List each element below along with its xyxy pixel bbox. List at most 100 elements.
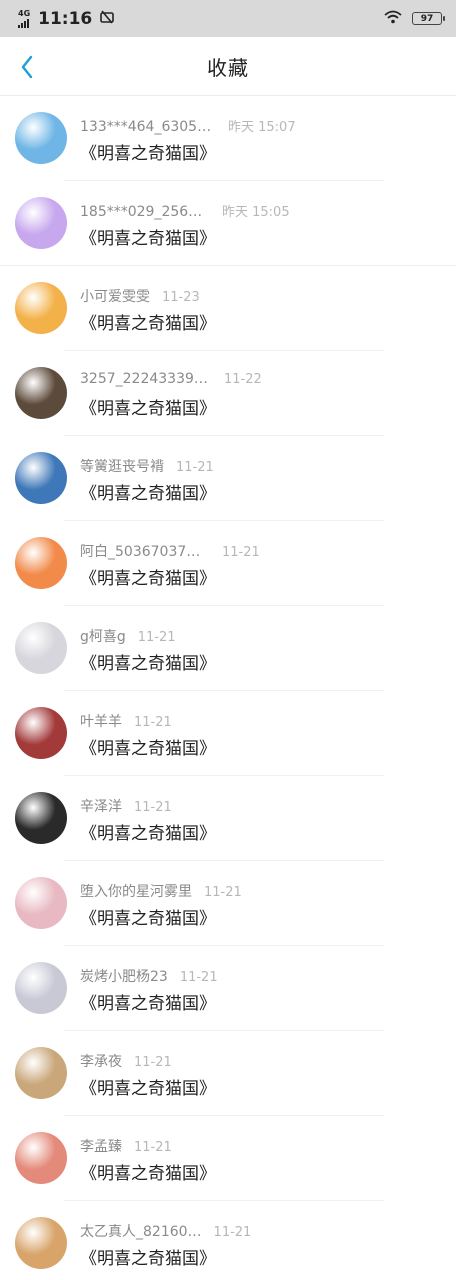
network-indicator: 4G xyxy=(18,8,31,28)
row-meta: 133***464_6305… 昨天 15:07 xyxy=(80,116,296,135)
row-meta: 李孟臻 11-21 xyxy=(80,1136,172,1156)
avatar[interactable] xyxy=(15,1047,67,1099)
user-name: 堕入你的星河雾里 xyxy=(80,884,192,900)
user-name: 3257_22243339… xyxy=(80,371,208,387)
work-title[interactable]: 《明喜之奇猫国》 xyxy=(80,819,216,844)
row-meta: g柯喜g 11-21 xyxy=(80,626,176,646)
favorite-row[interactable]: 185***029_256… 昨天 15:05 《明喜之奇猫国》 xyxy=(0,181,456,266)
row-meta: 太乙真人_82160… 11-21 xyxy=(80,1221,251,1241)
back-button[interactable] xyxy=(10,49,44,85)
status-bar: 4G 11:16 97 xyxy=(0,0,456,37)
avatar[interactable] xyxy=(15,197,67,249)
row-meta: 李承夜 11-21 xyxy=(80,1051,172,1071)
favorite-row[interactable]: 133***464_6305… 昨天 15:07 《明喜之奇猫国》 xyxy=(0,96,456,181)
work-title[interactable]: 《明喜之奇猫国》 xyxy=(80,1244,216,1269)
work-title[interactable]: 《明喜之奇猫国》 xyxy=(80,394,216,419)
user-name: 小可爱雯雯 xyxy=(80,289,150,305)
work-title[interactable]: 《明喜之奇猫国》 xyxy=(80,904,216,929)
work-title[interactable]: 《明喜之奇猫国》 xyxy=(80,1159,216,1184)
avatar[interactable] xyxy=(15,452,67,504)
avatar[interactable] xyxy=(15,367,67,419)
timestamp: 11-21 xyxy=(222,545,260,560)
row-meta: 堕入你的星河雾里 11-21 xyxy=(80,881,242,901)
timestamp: 11-21 xyxy=(176,460,214,475)
work-title[interactable]: 《明喜之奇猫国》 xyxy=(80,649,216,674)
row-meta: 炭烤小肥杨23 11-21 xyxy=(80,966,218,986)
avatar[interactable] xyxy=(15,707,67,759)
avatar[interactable] xyxy=(15,282,67,334)
work-title[interactable]: 《明喜之奇猫国》 xyxy=(80,1074,216,1099)
row-meta: 叶羊羊 11-21 xyxy=(80,711,172,731)
favorite-row[interactable]: 小可爱雯雯 11-23 《明喜之奇猫国》 xyxy=(0,266,456,351)
timestamp: 11-21 xyxy=(204,885,242,900)
timestamp: 11-21 xyxy=(134,800,172,815)
row-meta: 辛泽洋 11-21 xyxy=(80,796,172,816)
work-title[interactable]: 《明喜之奇猫国》 xyxy=(80,989,216,1014)
user-name: 阿白_50367037… xyxy=(80,544,201,560)
favorite-row[interactable]: 阿白_50367037… 11-21 《明喜之奇猫国》 xyxy=(0,521,456,606)
chevron-left-icon xyxy=(21,55,33,79)
row-meta: 185***029_256… 昨天 15:05 xyxy=(80,201,290,220)
user-name: 185***029_256… xyxy=(80,204,203,220)
user-name: 李孟臻 xyxy=(80,1139,122,1155)
work-title[interactable]: 《明喜之奇猫国》 xyxy=(80,564,216,589)
timestamp: 11-21 xyxy=(137,630,176,645)
status-time: 11:16 xyxy=(38,8,93,29)
work-title[interactable]: 《明喜之奇猫国》 xyxy=(80,139,216,164)
favorites-list: 133***464_6305… 昨天 15:07 《明喜之奇猫国》 185***029… xyxy=(0,96,456,1280)
favorite-row[interactable]: 3257_22243339… 11-22 《明喜之奇猫国》 xyxy=(0,351,456,436)
timestamp: 11-22 xyxy=(224,372,262,387)
favorite-row[interactable]: g柯喜g 11-21 《明喜之奇猫国》 xyxy=(0,606,456,691)
avatar[interactable] xyxy=(15,962,67,1014)
user-name: 辛泽洋 xyxy=(80,799,122,815)
user-name: 等黉逛丧号褙 xyxy=(80,459,164,475)
row-meta: 3257_22243339… 11-22 xyxy=(80,371,262,387)
timestamp: 昨天 15:07 xyxy=(228,120,296,135)
favorite-row[interactable]: 叶羊羊 11-21 《明喜之奇猫国》 xyxy=(0,691,456,776)
favorite-row[interactable]: 等黉逛丧号褙 11-21 《明喜之奇猫国》 xyxy=(0,436,456,521)
avatar[interactable] xyxy=(15,112,67,164)
timestamp: 11-21 xyxy=(134,1140,172,1155)
wifi-icon xyxy=(384,9,402,28)
user-name: 133***464_6305… xyxy=(80,119,212,135)
avatar[interactable] xyxy=(15,622,67,674)
avatar[interactable] xyxy=(15,1217,67,1269)
timestamp: 11-21 xyxy=(179,970,218,985)
user-name: 太乙真人_82160… xyxy=(80,1224,202,1240)
page-title: 收藏 xyxy=(207,55,249,80)
signal-icon xyxy=(18,18,29,28)
battery-level: 97 xyxy=(420,13,434,24)
timestamp: 11-23 xyxy=(162,290,200,305)
header: 收藏 xyxy=(0,37,456,96)
work-title[interactable]: 《明喜之奇猫国》 xyxy=(80,309,216,334)
favorite-row[interactable]: 太乙真人_82160… 11-21 《明喜之奇猫国》 xyxy=(0,1201,456,1280)
row-meta: 小可爱雯雯 11-23 xyxy=(80,286,200,306)
work-title[interactable]: 《明喜之奇猫国》 xyxy=(80,734,216,759)
timestamp: 昨天 15:05 xyxy=(222,205,290,220)
row-meta: 等黉逛丧号褙 11-21 xyxy=(80,456,214,476)
work-title[interactable]: 《明喜之奇猫国》 xyxy=(80,224,216,249)
user-name: g柯喜g xyxy=(80,629,126,645)
avatar[interactable] xyxy=(15,537,67,589)
avatar[interactable] xyxy=(15,792,67,844)
timestamp: 11-21 xyxy=(213,1225,252,1240)
network-label: 4G xyxy=(18,8,31,18)
avatar[interactable] xyxy=(15,877,67,929)
avatar[interactable] xyxy=(15,1132,67,1184)
status-left: 4G 11:16 xyxy=(18,8,115,29)
silent-mode-icon xyxy=(100,9,115,28)
work-title[interactable]: 《明喜之奇猫国》 xyxy=(80,479,216,504)
row-meta: 阿白_50367037… 11-21 xyxy=(80,541,260,561)
favorite-row[interactable]: 李承夜 11-21 《明喜之奇猫国》 xyxy=(0,1031,456,1116)
battery-icon: 97 xyxy=(412,12,445,25)
favorite-row[interactable]: 炭烤小肥杨23 11-21 《明喜之奇猫国》 xyxy=(0,946,456,1031)
timestamp: 11-21 xyxy=(134,1055,172,1070)
user-name: 叶羊羊 xyxy=(80,714,122,730)
favorite-row[interactable]: 堕入你的星河雾里 11-21 《明喜之奇猫国》 xyxy=(0,861,456,946)
user-name: 李承夜 xyxy=(80,1054,122,1070)
timestamp: 11-21 xyxy=(134,715,172,730)
user-name: 炭烤小肥杨23 xyxy=(80,969,168,985)
favorite-row[interactable]: 李孟臻 11-21 《明喜之奇猫国》 xyxy=(0,1116,456,1201)
status-right: 97 xyxy=(384,9,445,28)
favorite-row[interactable]: 辛泽洋 11-21 《明喜之奇猫国》 xyxy=(0,776,456,861)
